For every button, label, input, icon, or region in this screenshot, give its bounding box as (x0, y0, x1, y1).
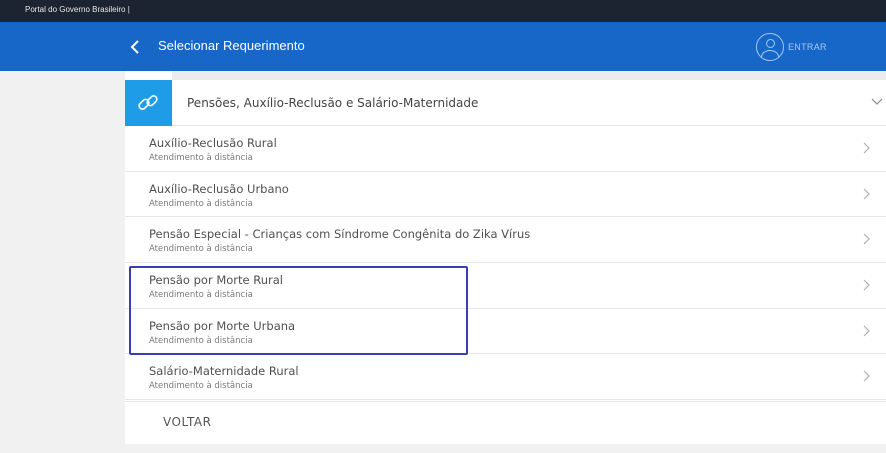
gov-portal-link[interactable]: Portal do Governo Brasileiro | (25, 5, 130, 14)
item-subtitle: Atendimento à distância (149, 153, 253, 163)
item-title: Pensão Especial - Crianças com Síndrome … (149, 227, 531, 242)
chevron-right-icon (863, 142, 870, 154)
login-button[interactable]: ENTRAR (756, 33, 827, 61)
list-item[interactable]: Auxílio-Reclusão Rural Atendimento à dis… (125, 126, 886, 172)
item-subtitle: Atendimento à distância (149, 335, 253, 346)
chevron-down-icon (871, 98, 883, 105)
chevron-right-icon (863, 371, 870, 382)
list-item[interactable]: Pensão por Morte Rural Atendimento à dis… (125, 263, 886, 309)
chevron-right-icon (863, 188, 870, 200)
panel-footer: VOLTAR (125, 401, 886, 444)
list-item[interactable]: Salário-Maternidade Rural Atendimento à … (125, 354, 886, 401)
page-title: Selecionar Requerimento (158, 38, 305, 53)
chevron-left-icon (130, 40, 139, 54)
login-label: ENTRAR (788, 42, 827, 52)
list-item[interactable]: Auxílio-Reclusão Urbano Atendimento à di… (125, 171, 886, 218)
category-header[interactable]: Pensões, Auxílio-Reclusão e Salário-Mate… (125, 80, 886, 126)
item-subtitle: Atendimento à distância (149, 381, 253, 392)
back-button[interactable] (127, 38, 143, 56)
panel-gap (125, 71, 886, 80)
app-header: Selecionar Requerimento ENTRAR (0, 22, 886, 71)
chevron-right-icon (863, 325, 870, 337)
back-link[interactable]: VOLTAR (163, 415, 211, 429)
item-title: Auxílio-Reclusão Rural (149, 136, 277, 150)
item-subtitle: Atendimento à distância (149, 198, 253, 209)
requirement-list: Auxílio-Reclusão Rural Atendimento à dis… (125, 126, 886, 401)
list-item[interactable]: Pensão por Morte Urbana Atendimento à di… (125, 308, 886, 355)
item-subtitle: Atendimento à distância (149, 290, 253, 301)
chevron-right-icon (863, 279, 870, 291)
item-subtitle: Atendimento à distância (149, 244, 253, 255)
chevron-right-icon (863, 233, 870, 245)
item-title: Pensão por Morte Rural (149, 273, 283, 288)
requirements-panel: Pensões, Auxílio-Reclusão e Salário-Mate… (125, 71, 886, 444)
item-title: Salário-Maternidade Rural (149, 364, 299, 379)
previous-category-stub (125, 71, 172, 80)
gov-bar: Portal do Governo Brasileiro | (0, 0, 886, 22)
item-title: Pensão por Morte Urbana (149, 318, 296, 333)
category-icon-box (125, 80, 172, 126)
user-icon (756, 33, 784, 61)
list-item[interactable]: Pensão Especial - Crianças com Síndrome … (125, 217, 886, 264)
link-icon (138, 95, 158, 110)
category-title: Pensões, Auxílio-Reclusão e Salário-Mate… (187, 96, 479, 110)
item-title: Auxílio-Reclusão Urbano (149, 181, 289, 196)
